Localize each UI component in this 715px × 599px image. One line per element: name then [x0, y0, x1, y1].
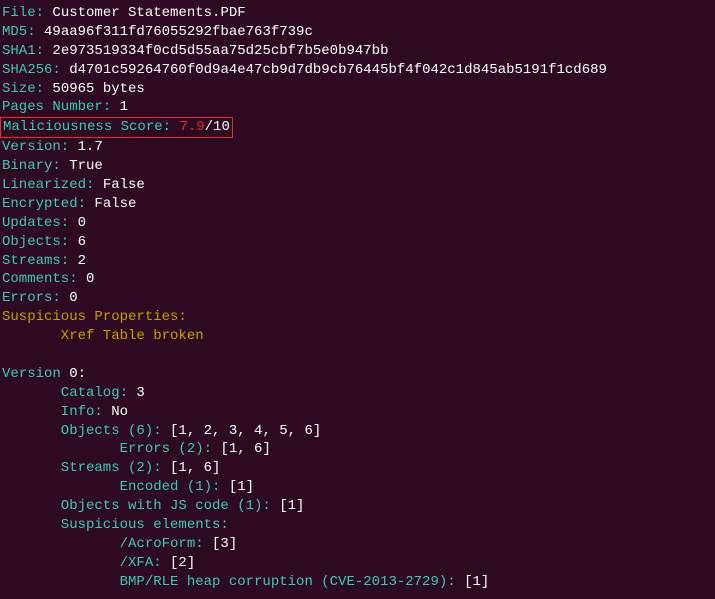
jscode-label: Objects with JS code (1): — [61, 498, 271, 514]
file-label: File: — [2, 5, 44, 21]
version-value: 1.7 — [78, 139, 103, 155]
binary-label: Binary: — [2, 158, 61, 174]
streams-value: 2 — [78, 253, 86, 269]
maliciousness-highlight: Maliciousness Score: 7.9/10 — [0, 117, 233, 138]
malscore-value: 7.9 — [179, 119, 204, 135]
maliciousness-line: Maliciousness Score: 7.9/10 — [2, 117, 713, 138]
suspicious-props-line: Suspicious Properties: — [2, 308, 713, 327]
info-line: Info: No — [2, 403, 713, 422]
susp-elem-line: Suspicious elements: — [2, 516, 713, 535]
comments-label: Comments: — [2, 271, 78, 287]
v0-objects-label: Objects (6): — [61, 423, 162, 439]
encrypted-label: Encrypted: — [2, 196, 86, 212]
binary-value: True — [69, 158, 103, 174]
errors-line: Errors: 0 — [2, 289, 713, 308]
xfa-label: /XFA: — [120, 555, 162, 571]
acroform-line: /AcroForm: [3] — [2, 535, 713, 554]
susp-props-label: Suspicious Properties: — [2, 309, 187, 325]
version0-num: 0: — [69, 366, 86, 382]
catalog-label: Catalog: — [61, 385, 128, 401]
size-line: Size: 50965 bytes — [2, 80, 713, 99]
linearized-value: False — [103, 177, 145, 193]
v0-errors-line: Errors (2): [1, 6] — [2, 440, 713, 459]
objects-label: Objects: — [2, 234, 69, 250]
v0-objects-line: Objects (6): [1, 2, 3, 4, 5, 6] — [2, 422, 713, 441]
size-value: 50965 bytes — [52, 81, 144, 97]
susp-elem-label: Suspicious elements: — [61, 517, 229, 533]
objects-value: 6 — [78, 234, 86, 250]
v0-encoded-value: [1] — [229, 479, 254, 495]
v0-streams-label: Streams (2): — [61, 460, 162, 476]
md5-label: MD5: — [2, 24, 36, 40]
updates-value: 0 — [78, 215, 86, 231]
sha1-line: SHA1: 2e973519334f0cd5d55aa75d25cbf7b5e0… — [2, 42, 713, 61]
linearized-label: Linearized: — [2, 177, 94, 193]
sha256-line: SHA256: d4701c59264760f0d9a4e47cb9d7db9c… — [2, 61, 713, 80]
version0-line: Version 0: — [2, 365, 713, 384]
pages-line: Pages Number: 1 — [2, 98, 713, 117]
encrypted-value: False — [94, 196, 136, 212]
malscore-suffix: /10 — [205, 119, 230, 135]
catalog-value: 3 — [136, 385, 144, 401]
info-value: No — [111, 404, 128, 420]
errors-label: Errors: — [2, 290, 61, 306]
size-label: Size: — [2, 81, 44, 97]
blank-line — [2, 346, 713, 365]
v0-streams-line: Streams (2): [1, 6] — [2, 459, 713, 478]
sha256-label: SHA256: — [2, 62, 61, 78]
bmp-label: BMP/RLE heap corruption (CVE-2013-2729): — [120, 574, 456, 590]
streams-label: Streams: — [2, 253, 69, 269]
comments-line: Comments: 0 — [2, 270, 713, 289]
v0-encoded-line: Encoded (1): [1] — [2, 478, 713, 497]
bmp-cve-line: BMP/RLE heap corruption (CVE-2013-2729):… — [2, 573, 713, 592]
susp-prop-item: Xref Table broken — [2, 327, 713, 346]
version0-label: Version — [2, 366, 61, 382]
binary-line: Binary: True — [2, 157, 713, 176]
objects-line: Objects: 6 — [2, 233, 713, 252]
version-line: Version: 1.7 — [2, 138, 713, 157]
v0-encoded-label: Encoded (1): — [120, 479, 221, 495]
jscode-line: Objects with JS code (1): [1] — [2, 497, 713, 516]
v0-errors-value: [1, 6] — [220, 441, 270, 457]
version-label: Version: — [2, 139, 69, 155]
v0-streams-value: [1, 6] — [170, 460, 220, 476]
acroform-value: [3] — [212, 536, 237, 552]
encrypted-line: Encrypted: False — [2, 195, 713, 214]
file-value: Customer Statements.PDF — [52, 5, 245, 21]
pages-label: Pages Number: — [2, 99, 111, 115]
info-label: Info: — [61, 404, 103, 420]
catalog-line: Catalog: 3 — [2, 384, 713, 403]
file-line: File: Customer Statements.PDF — [2, 4, 713, 23]
comments-value: 0 — [86, 271, 94, 287]
v0-errors-label: Errors (2): — [120, 441, 212, 457]
bmp-value: [1] — [464, 574, 489, 590]
md5-line: MD5: 49aa96f311fd76055292fbae763f739c — [2, 23, 713, 42]
susp-prop-value: Xref Table broken — [61, 328, 204, 344]
streams-line: Streams: 2 — [2, 252, 713, 271]
sha256-value: d4701c59264760f0d9a4e47cb9d7db9cb76445bf… — [69, 62, 607, 78]
pages-value: 1 — [120, 99, 128, 115]
errors-value: 0 — [69, 290, 77, 306]
xfa-value: [2] — [170, 555, 195, 571]
updates-label: Updates: — [2, 215, 69, 231]
sha1-label: SHA1: — [2, 43, 44, 59]
v0-objects-value: [1, 2, 3, 4, 5, 6] — [170, 423, 321, 439]
sha1-value: 2e973519334f0cd5d55aa75d25cbf7b5e0b947bb — [52, 43, 388, 59]
md5-value: 49aa96f311fd76055292fbae763f739c — [44, 24, 313, 40]
updates-line: Updates: 0 — [2, 214, 713, 233]
jscode-value: [1] — [279, 498, 304, 514]
malscore-label: Maliciousness Score: — [3, 119, 179, 135]
xfa-line: /XFA: [2] — [2, 554, 713, 573]
acroform-label: /AcroForm: — [120, 536, 204, 552]
linearized-line: Linearized: False — [2, 176, 713, 195]
